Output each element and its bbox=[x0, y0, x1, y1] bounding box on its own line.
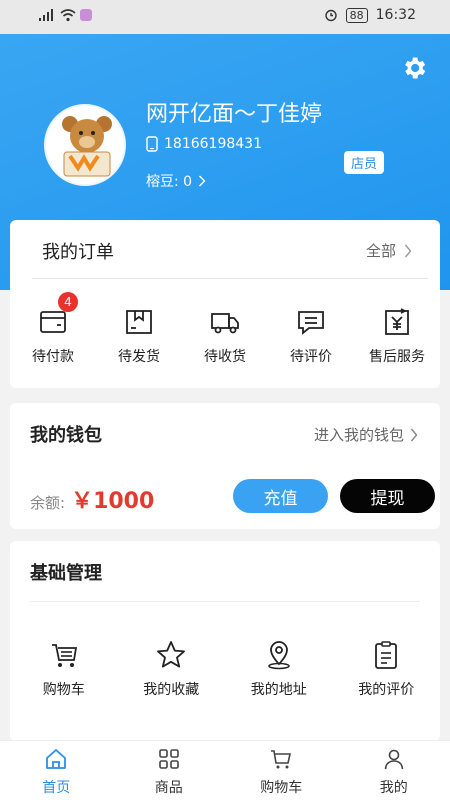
menu-label: 购物车 bbox=[42, 682, 85, 698]
battery-indicator: 88 bbox=[345, 7, 368, 23]
divider bbox=[32, 278, 428, 279]
wallet-title: 我的钱包 bbox=[30, 425, 102, 446]
location-icon bbox=[267, 641, 290, 670]
truck-icon bbox=[211, 313, 239, 334]
basic-title: 基础管理 bbox=[30, 563, 102, 584]
tab-mine[interactable]: 我的 bbox=[338, 741, 450, 800]
status-bar: 88 16:32 bbox=[0, 0, 450, 34]
signal-icon bbox=[39, 9, 53, 21]
role-badge: 店员 bbox=[344, 151, 385, 174]
order-pending-payment[interactable]: 4 待付款 bbox=[10, 292, 96, 366]
menu-label: 我的评价 bbox=[358, 682, 415, 698]
wifi-icon bbox=[60, 9, 76, 22]
beans-value: 榕豆: 0 bbox=[146, 174, 193, 190]
order-pending-review[interactable]: 待评价 bbox=[268, 306, 354, 366]
menu-favorites[interactable]: 我的收藏 bbox=[118, 639, 226, 699]
wallet-card: 我的钱包 进入我的钱包 余额: ￥1000 充值 提现 bbox=[10, 403, 440, 529]
withdraw-button[interactable]: 提现 bbox=[340, 479, 435, 513]
orders-all-link[interactable]: 全部 bbox=[366, 240, 412, 261]
avatar[interactable] bbox=[44, 104, 126, 186]
tab-label: 购物车 bbox=[260, 780, 303, 796]
message-icon bbox=[298, 311, 324, 335]
package-icon bbox=[126, 310, 152, 334]
clock: 16:32 bbox=[375, 7, 416, 23]
phone-icon bbox=[146, 136, 158, 152]
beans-row[interactable]: 榕豆: 0 bbox=[146, 171, 206, 191]
menu-label: 我的收藏 bbox=[143, 682, 200, 698]
order-pending-shipment[interactable]: 待发货 bbox=[96, 306, 182, 366]
pending-payment-badge: 4 bbox=[58, 292, 78, 312]
clipboard-icon bbox=[375, 641, 398, 669]
divider bbox=[30, 601, 420, 602]
refund-icon bbox=[385, 308, 409, 335]
balance-row: 余额: ￥1000 bbox=[30, 483, 154, 515]
order-after-sales[interactable]: 售后服务 bbox=[354, 306, 440, 366]
chevron-right-icon bbox=[410, 428, 418, 441]
menu-label: 我的地址 bbox=[250, 682, 307, 698]
order-status-label: 待收货 bbox=[204, 349, 246, 365]
menu-cart[interactable]: 购物车 bbox=[10, 639, 118, 699]
orders-all-label: 全部 bbox=[365, 242, 396, 260]
recharge-button[interactable]: 充值 bbox=[233, 479, 328, 513]
orders-title: 我的订单 bbox=[42, 242, 114, 263]
balance-amount: ￥1000 bbox=[71, 489, 155, 514]
order-status-label: 待评价 bbox=[290, 349, 332, 365]
menu-address[interactable]: 我的地址 bbox=[225, 639, 333, 699]
enter-wallet-link[interactable]: 进入我的钱包 bbox=[314, 424, 418, 445]
status-right: 88 16:32 bbox=[324, 7, 416, 23]
chevron-right-icon bbox=[199, 175, 206, 187]
tab-home[interactable]: 首页 bbox=[0, 741, 113, 800]
status-left bbox=[38, 8, 92, 22]
tab-products[interactable]: 商品 bbox=[113, 741, 226, 800]
gear-icon[interactable] bbox=[400, 54, 428, 82]
menu-reviews[interactable]: 我的评价 bbox=[333, 639, 441, 699]
phone-number: 18166198431 bbox=[164, 136, 262, 152]
tab-label: 商品 bbox=[154, 780, 183, 796]
order-status-label: 售后服务 bbox=[369, 349, 425, 365]
teddy-bear-logo bbox=[46, 106, 124, 184]
order-pending-receipt[interactable]: 待收货 bbox=[182, 306, 268, 366]
order-status-list: 4 待付款 待发货 待收货 待评价 售后服务 bbox=[10, 292, 440, 366]
basic-management-card: 基础管理 购物车 我的收藏 我的地址 我的评价 bbox=[10, 541, 440, 741]
username: 网开亿面～丁佳婷 bbox=[146, 102, 323, 127]
user-icon bbox=[384, 749, 404, 770]
alarm-icon bbox=[324, 9, 337, 22]
order-status-label: 待付款 bbox=[32, 349, 74, 365]
star-icon bbox=[157, 641, 186, 668]
notification-app-icon bbox=[80, 9, 92, 21]
home-icon bbox=[46, 749, 67, 769]
orders-card: 我的订单 全部 4 待付款 待发货 待收货 待评价 售后服务 bbox=[10, 220, 440, 388]
cart-icon bbox=[271, 750, 292, 769]
balance-label: 余额: bbox=[30, 494, 66, 512]
enter-wallet-label: 进入我的钱包 bbox=[313, 426, 404, 444]
chevron-right-icon bbox=[404, 244, 412, 257]
tab-cart[interactable]: 购物车 bbox=[225, 741, 338, 800]
tab-label: 首页 bbox=[42, 780, 71, 796]
bottom-tab-bar: 首页 商品 购物车 我的 bbox=[0, 740, 450, 800]
grid-icon bbox=[158, 749, 179, 769]
cart-icon bbox=[51, 644, 77, 667]
order-status-label: 待发货 bbox=[118, 349, 160, 365]
tab-label: 我的 bbox=[379, 780, 408, 796]
basic-management-list: 购物车 我的收藏 我的地址 我的评价 bbox=[10, 639, 440, 699]
phone-row: 18166198431 bbox=[146, 136, 262, 152]
